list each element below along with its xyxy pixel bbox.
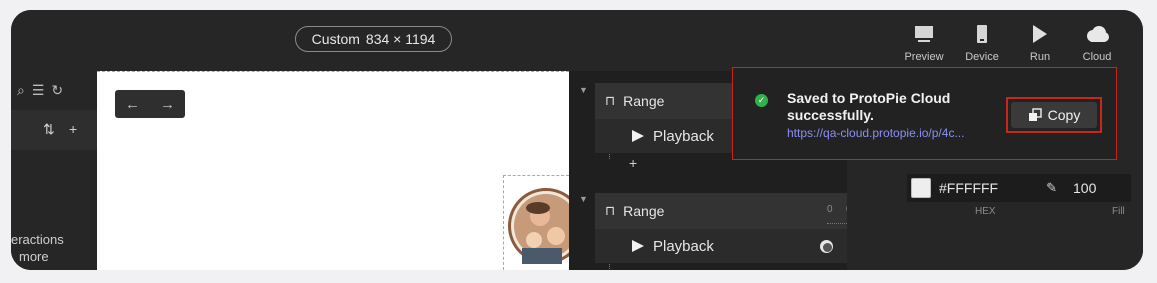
copy-icon [1028, 108, 1042, 121]
cloud-button[interactable]: Cloud [1071, 20, 1123, 68]
eyedropper-icon[interactable]: ✎ [1046, 180, 1057, 196]
save-success-toast: ✓ Saved to ProtoPie Cloud successfully. … [732, 67, 1117, 160]
interactions-more-text: eractions more [11, 231, 64, 265]
monitor-icon [914, 20, 934, 48]
play-icon [1032, 20, 1048, 48]
copy-highlight: Copy [1006, 97, 1102, 133]
cloud-label: Cloud [1082, 51, 1112, 63]
trigger-label: Range [623, 93, 665, 109]
success-check-icon: ✓ [755, 94, 768, 107]
device-preset-label: Custom [311, 31, 360, 47]
hex-value: #FFFFFF [939, 180, 999, 196]
fill-opacity-field[interactable]: 100 [1067, 174, 1131, 202]
range-trigger-icon: ⊓ [605, 203, 616, 218]
scene-navigation: ← → [115, 90, 185, 118]
refresh-icon[interactable]: ↻ [51, 82, 63, 99]
keyframe-dot[interactable] [823, 243, 832, 252]
phone-icon [976, 20, 988, 48]
copy-button[interactable]: Copy [1011, 102, 1097, 128]
playback-icon [632, 130, 644, 142]
device-size-selector[interactable]: Custom 834 × 1194 [295, 26, 452, 52]
back-arrow-icon[interactable]: ← [125, 96, 140, 113]
forward-arrow-icon[interactable]: → [160, 96, 175, 113]
copy-label: Copy [1047, 107, 1081, 123]
toast-message: Saved to ProtoPie Cloud successfully. [787, 90, 951, 123]
ruler-label: 0 [827, 204, 833, 215]
app-window: Custom 834 × 1194 Preview Device Run Clo… [11, 10, 1143, 270]
color-swatch[interactable] [911, 178, 931, 198]
run-button[interactable]: Run [1014, 20, 1066, 68]
response-row[interactable]: Playback [595, 229, 847, 263]
share-link[interactable]: https://qa-cloud.protopie.io/p/4c... [787, 126, 964, 140]
fill-label: Fill [1112, 206, 1125, 217]
search-icon[interactable]: ⌕ [17, 82, 25, 99]
device-button[interactable]: Device [956, 20, 1008, 68]
device-label: Device [965, 51, 999, 63]
add-response-button[interactable]: + [629, 155, 637, 171]
add-response-button[interactable]: + [629, 265, 637, 270]
preview-button[interactable]: Preview [898, 20, 950, 68]
interactions-label: eractions [11, 232, 64, 247]
list-icon[interactable]: ☰ [32, 82, 45, 99]
more-label: more [19, 249, 49, 264]
color-hex-field[interactable]: #FFFFFF ✎ [907, 174, 1067, 202]
response-label: Playback [653, 127, 714, 145]
range-trigger-icon: ⊓ [605, 93, 616, 108]
collapse-caret-icon[interactable]: ▼ [579, 194, 588, 204]
trigger-label: Range [623, 203, 665, 219]
response-label: Playback [653, 237, 714, 255]
add-icon[interactable]: + [69, 121, 77, 137]
device-size-label: 834 × 1194 [365, 31, 436, 47]
preview-label: Preview [904, 51, 944, 63]
playback-icon [632, 240, 644, 252]
collapse-caret-icon[interactable]: ▼ [579, 85, 588, 95]
layers-toolbar: ⌕ ☰ ↻ [17, 82, 63, 99]
hex-label: HEX [975, 206, 996, 217]
sort-icon[interactable]: ⇅ [43, 121, 55, 138]
family-photo-image [508, 188, 569, 264]
layers-actions-row: ⇅ + [11, 110, 97, 150]
trigger-row[interactable]: ⊓ Range [595, 193, 847, 229]
fill-value: 100 [1073, 180, 1097, 196]
cloud-icon [1085, 20, 1109, 48]
run-label: Run [1029, 51, 1051, 63]
avatar-image-layer[interactable] [503, 175, 569, 270]
